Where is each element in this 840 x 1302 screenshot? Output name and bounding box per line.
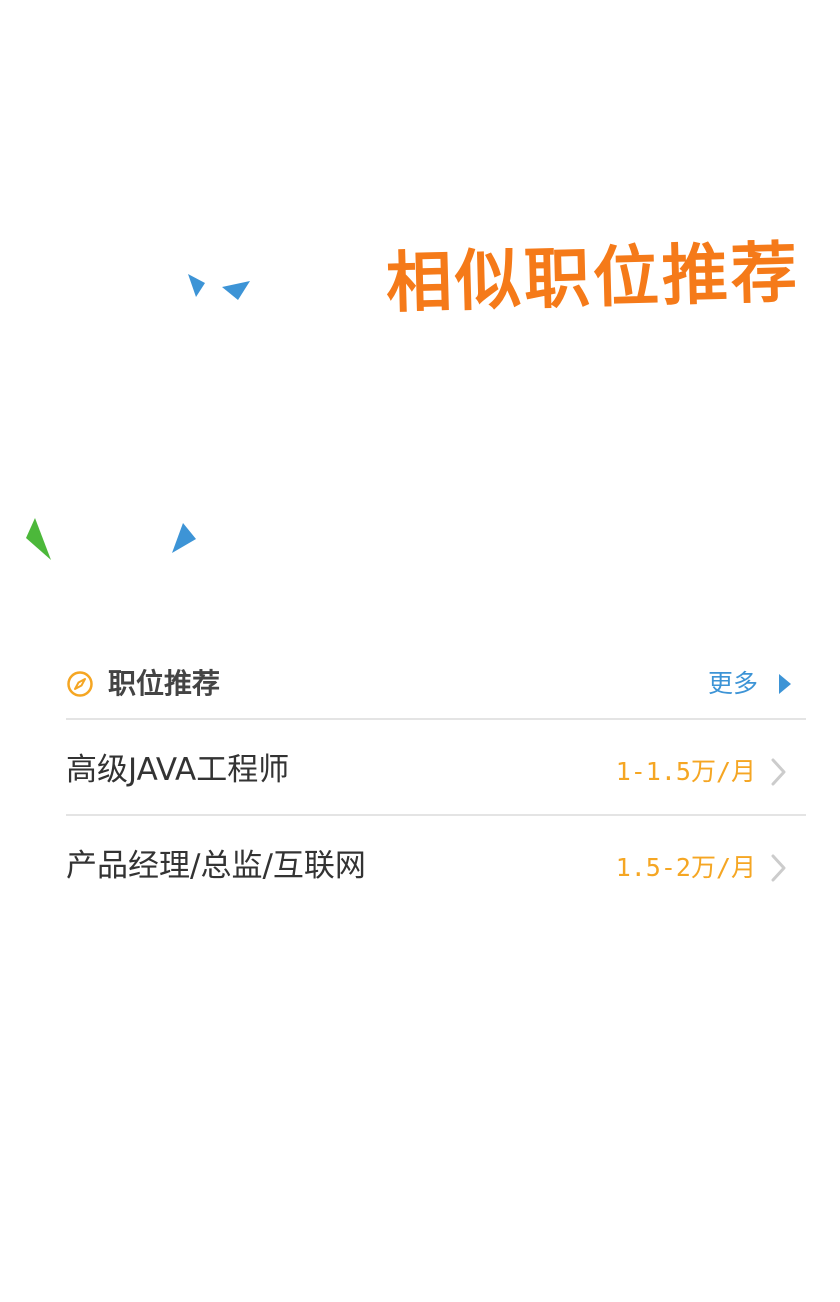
- confetti-piece: [222, 281, 250, 300]
- job-row[interactable]: 产品经理/总监/互联网 1.5-2万/月: [66, 816, 806, 912]
- confetti-piece: [188, 274, 205, 297]
- compass-icon: [67, 671, 93, 697]
- job-row[interactable]: 高级JAVA工程师 1-1.5万/月: [66, 720, 806, 816]
- triangle-right-icon: [779, 674, 791, 694]
- section-title: 职位推荐: [108, 667, 221, 700]
- banner-title: 相似职位推荐: [384, 234, 801, 322]
- job-salary: 1-1.5万/月: [615, 757, 756, 786]
- job-title: 产品经理/总监/互联网: [66, 848, 366, 884]
- chevron-right-icon: [771, 758, 786, 786]
- job-title: 高级JAVA工程师: [66, 752, 290, 788]
- more-label: 更多: [707, 669, 758, 698]
- section-header: 职位推荐 更多: [66, 660, 806, 718]
- confetti-piece: [172, 523, 196, 553]
- confetti-piece: [26, 518, 51, 560]
- chevron-right-icon: [771, 854, 786, 882]
- job-salary: 1.5-2万/月: [615, 853, 756, 882]
- more-button[interactable]: 更多: [708, 666, 792, 702]
